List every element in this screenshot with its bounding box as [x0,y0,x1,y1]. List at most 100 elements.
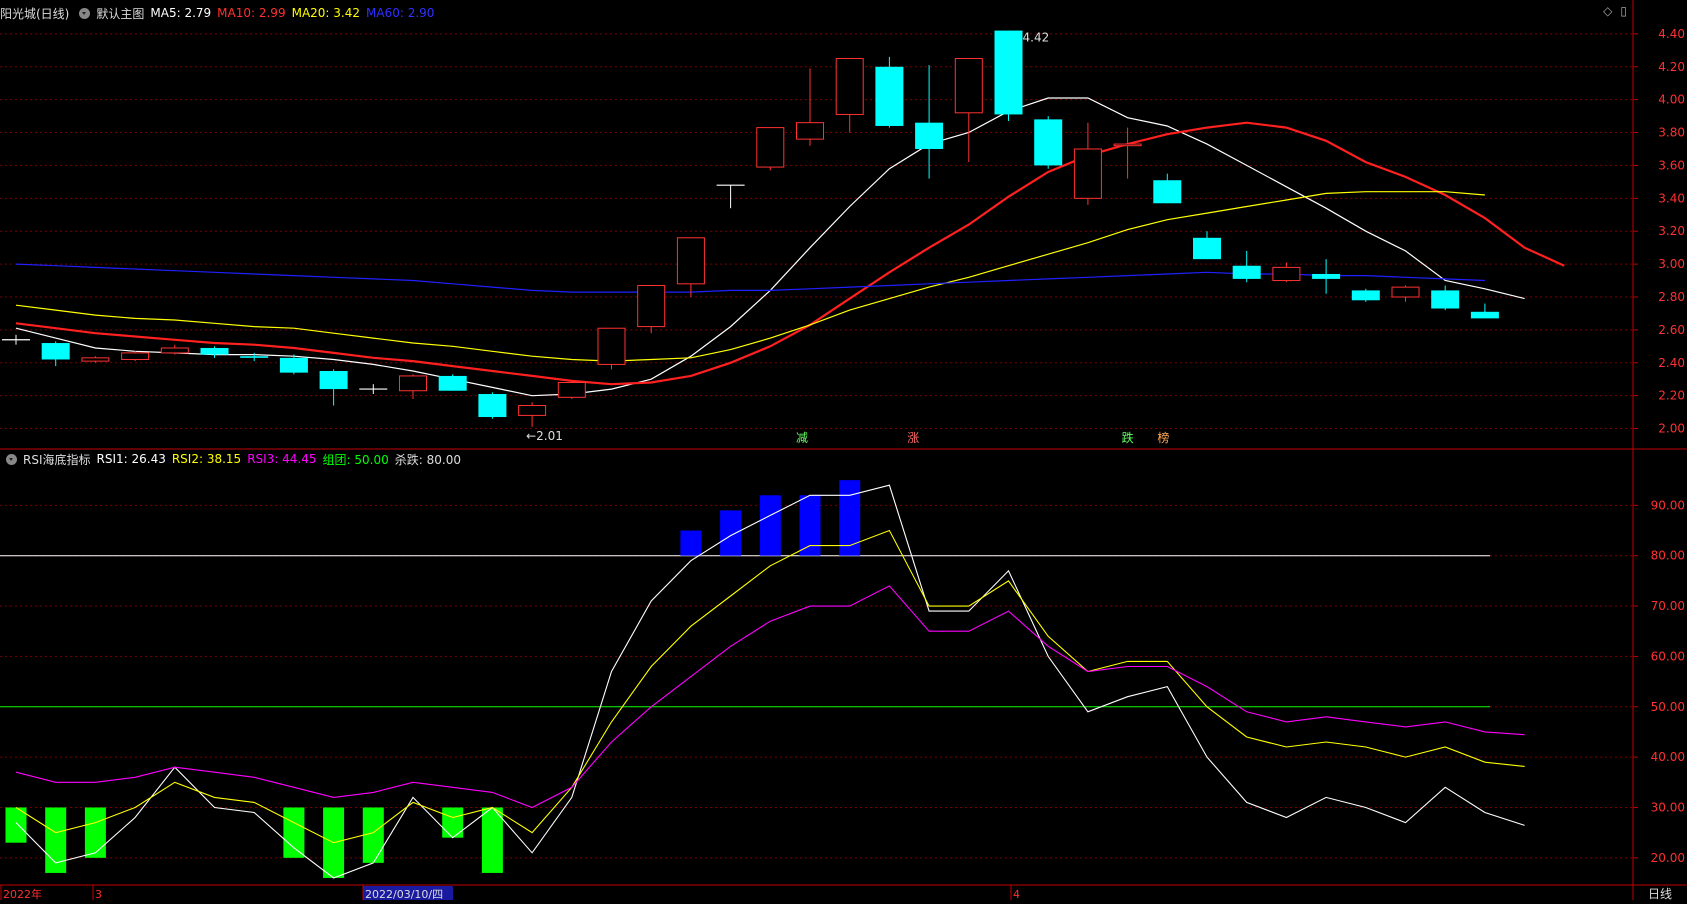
sell-value: 杀跌: 80.00 [394,452,461,467]
y-tick-label: 60.00 [1651,649,1685,663]
indicator-name[interactable]: RSI海底指标 [23,451,91,468]
candle [121,351,150,362]
candle [1232,250,1261,283]
candle-body [597,327,626,365]
candle [1431,285,1460,311]
candle-body [81,357,110,362]
ma60-value: MA60: 2.90 [366,6,435,20]
y-tick-label: 3.00 [1658,257,1685,271]
rsi2-value: RSI2: 38.15 [171,452,242,466]
ma20-value: MA20: 3.42 [291,6,361,20]
period-label: 日线 [1648,887,1672,900]
candle-body [1232,265,1261,279]
dropdown-icon[interactable] [79,7,91,19]
blue-bar [720,510,742,556]
candle [359,384,388,395]
candle [1073,122,1102,205]
y-tick-label: 4.00 [1658,93,1685,107]
chart-stage: 2.00 2.20 2.40 2.60 2.80 3.00 3.20 3.40 3.60 3.80… [0,0,1687,901]
candle-body [1193,237,1221,260]
candle-body [121,352,150,360]
y-tick-label: 40.00 [1651,750,1685,764]
candle-body [676,237,705,285]
candle [518,402,547,427]
candle-body [875,66,904,126]
green-bar [481,807,503,873]
candle-body [835,58,864,115]
candle-body [240,356,269,358]
signal-label: 减 [796,431,808,445]
candle-body [954,58,983,114]
main-chart-label[interactable]: 默认主图 [96,5,144,22]
blue-bar [799,495,821,556]
candle [796,68,824,146]
series-ma20 [15,191,1485,362]
y-tick-label: 3.60 [1658,158,1685,172]
candle-body [438,375,467,391]
candle-body [399,375,427,392]
candle [1470,303,1499,319]
candle [557,382,586,399]
candle [438,374,467,391]
candle [637,284,666,334]
candle-body [637,284,666,328]
candle [875,56,904,128]
signal-label: 榜 [1157,430,1169,445]
square-icon[interactable]: ▯ [1620,4,1627,18]
green-bar [442,807,464,838]
rsi1-value: RSI1: 26.43 [96,452,166,466]
stock-name[interactable]: 阳光城(日线) [0,5,69,22]
x-tick-label: 3 [95,888,102,900]
y-tick-label: 30.00 [1651,800,1685,814]
candle-body [41,343,70,360]
main-chart-header: 阳光城(日线) 默认主图 MA5: 2.79 MA10: 2.99 MA20: … [0,2,440,24]
candle [716,184,745,209]
candle [1391,285,1420,302]
y-tick-label: 90.00 [1651,498,1685,512]
candle [994,30,1023,122]
candle-body [1391,286,1420,298]
dropdown-icon[interactable] [6,453,17,465]
candle-body [1153,180,1182,204]
high-marker: 4.42 [1023,31,1050,45]
y-tick-label: 20.00 [1651,851,1685,865]
candle-body [518,405,547,416]
y-tick-label: 80.00 [1651,549,1685,563]
candle-body [1351,290,1380,301]
candle [676,237,705,297]
y-tick-label: 2.20 [1658,389,1685,403]
signal-label: 涨 [907,430,919,445]
y-tick-label: 3.80 [1658,126,1685,140]
candle-body [796,122,824,140]
y-tick-label: 3.40 [1658,191,1685,205]
candle [915,65,944,179]
rsi3-value: RSI3: 44.45 [247,452,317,466]
candle [399,374,427,399]
candle-body [478,394,507,418]
candle-body [915,122,944,149]
ma10-value: MA10: 2.99 [217,6,286,20]
candle [1351,288,1380,302]
green-bar [84,807,106,858]
blue-bar [839,480,861,556]
ma5-value: MA5: 2.79 [150,6,212,20]
series-rsi3 [15,585,1525,809]
candle-body [1431,290,1460,309]
y-tick-label: 2.60 [1658,323,1685,337]
candle-body [557,382,586,398]
series-ma10 [15,121,1565,386]
candle-body [279,357,308,373]
candle-body [1034,119,1063,166]
candle-body [1272,266,1301,282]
blue-bar [759,495,781,556]
signal-label: 跌 [1122,430,1134,445]
diamond-icon[interactable]: ◇ [1603,4,1612,18]
y-tick-label: 4.20 [1658,60,1685,74]
blue-bar [680,530,702,556]
candle-body [1470,311,1499,319]
candle-body [994,30,1023,115]
candle [160,344,189,355]
y-tick-label: 2.80 [1658,290,1685,304]
x-tick-label: 4 [1013,888,1020,900]
candle [200,346,229,358]
